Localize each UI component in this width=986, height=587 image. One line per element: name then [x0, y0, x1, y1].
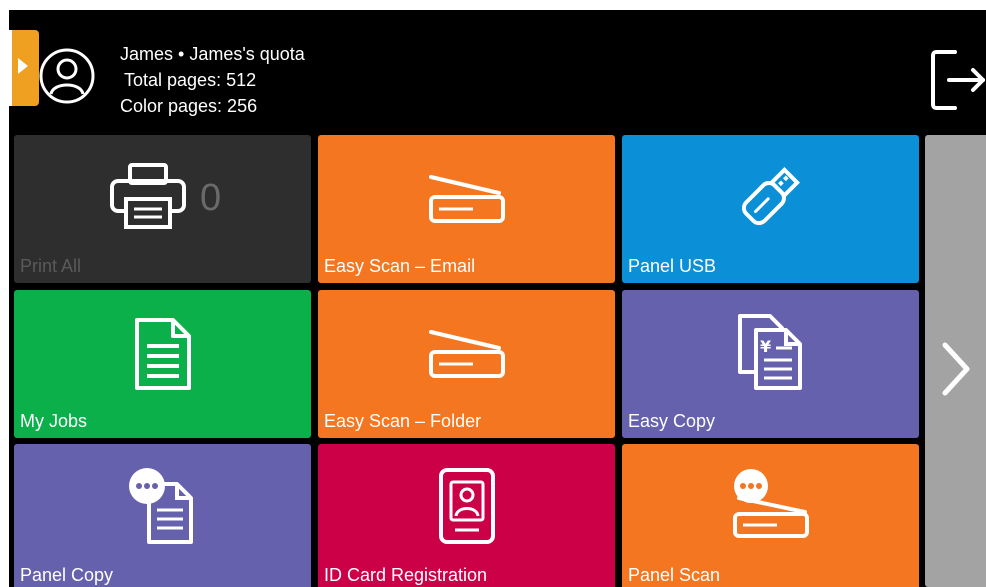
scanner-icon	[428, 330, 505, 378]
print-count: 0	[200, 177, 222, 219]
user-quota-title: James • James's quota	[120, 44, 305, 64]
next-page-button[interactable]	[925, 135, 986, 587]
tile-panel-copy[interactable]: Panel Copy	[14, 444, 311, 587]
tile-label: Easy Scan – Email	[324, 256, 476, 276]
tile-label: ID Card Registration	[324, 565, 488, 585]
header: James • James's quota Total pages: 512 C…	[9, 10, 986, 133]
tile-label: My Jobs	[20, 411, 88, 431]
tile-label: Easy Copy	[628, 411, 716, 431]
panel-scan-icon	[732, 469, 809, 538]
tile-my-jobs[interactable]: My Jobs	[14, 290, 311, 438]
tile-easy-scan-email[interactable]: Easy Scan – Email	[318, 135, 615, 283]
color-pages: Color pages: 256	[120, 96, 258, 116]
user-avatar-icon	[39, 48, 95, 104]
id-card-icon	[438, 468, 495, 544]
chevron-right-icon	[942, 342, 970, 396]
copy-document-icon: ¥	[737, 314, 802, 390]
user-info: James • James's quota Total pages: 512 C…	[120, 41, 305, 119]
side-panel-tab[interactable]	[9, 30, 39, 106]
tile-label: Panel Scan	[628, 565, 721, 585]
expand-arrow-icon	[18, 58, 28, 74]
tile-label: Panel Copy	[20, 565, 114, 585]
tile-panel-usb[interactable]: Panel USB	[622, 135, 919, 283]
logout-icon[interactable]	[929, 48, 985, 112]
total-pages: Total pages: 512	[124, 70, 257, 90]
tile-label: Print All	[20, 256, 82, 276]
panel-copy-icon	[128, 468, 193, 544]
document-icon	[134, 318, 191, 390]
printer-icon	[109, 163, 186, 229]
svg-text:¥: ¥	[760, 337, 771, 356]
usb-drive-icon	[741, 167, 800, 226]
scanner-icon	[428, 175, 505, 223]
tile-easy-copy[interactable]: ¥ Easy Copy	[622, 290, 919, 438]
tile-easy-scan-folder[interactable]: Easy Scan – Folder	[318, 290, 615, 438]
tile-label: Panel USB	[628, 256, 717, 276]
tile-print-all[interactable]: 0 Print All	[14, 135, 311, 283]
tile-label: Easy Scan – Folder	[324, 411, 482, 431]
tile-id-card-registration[interactable]: ID Card Registration	[318, 444, 615, 587]
terminal-screen: James • James's quota Total pages: 512 C…	[9, 10, 986, 587]
tile-panel-scan[interactable]: Panel Scan	[622, 444, 919, 587]
